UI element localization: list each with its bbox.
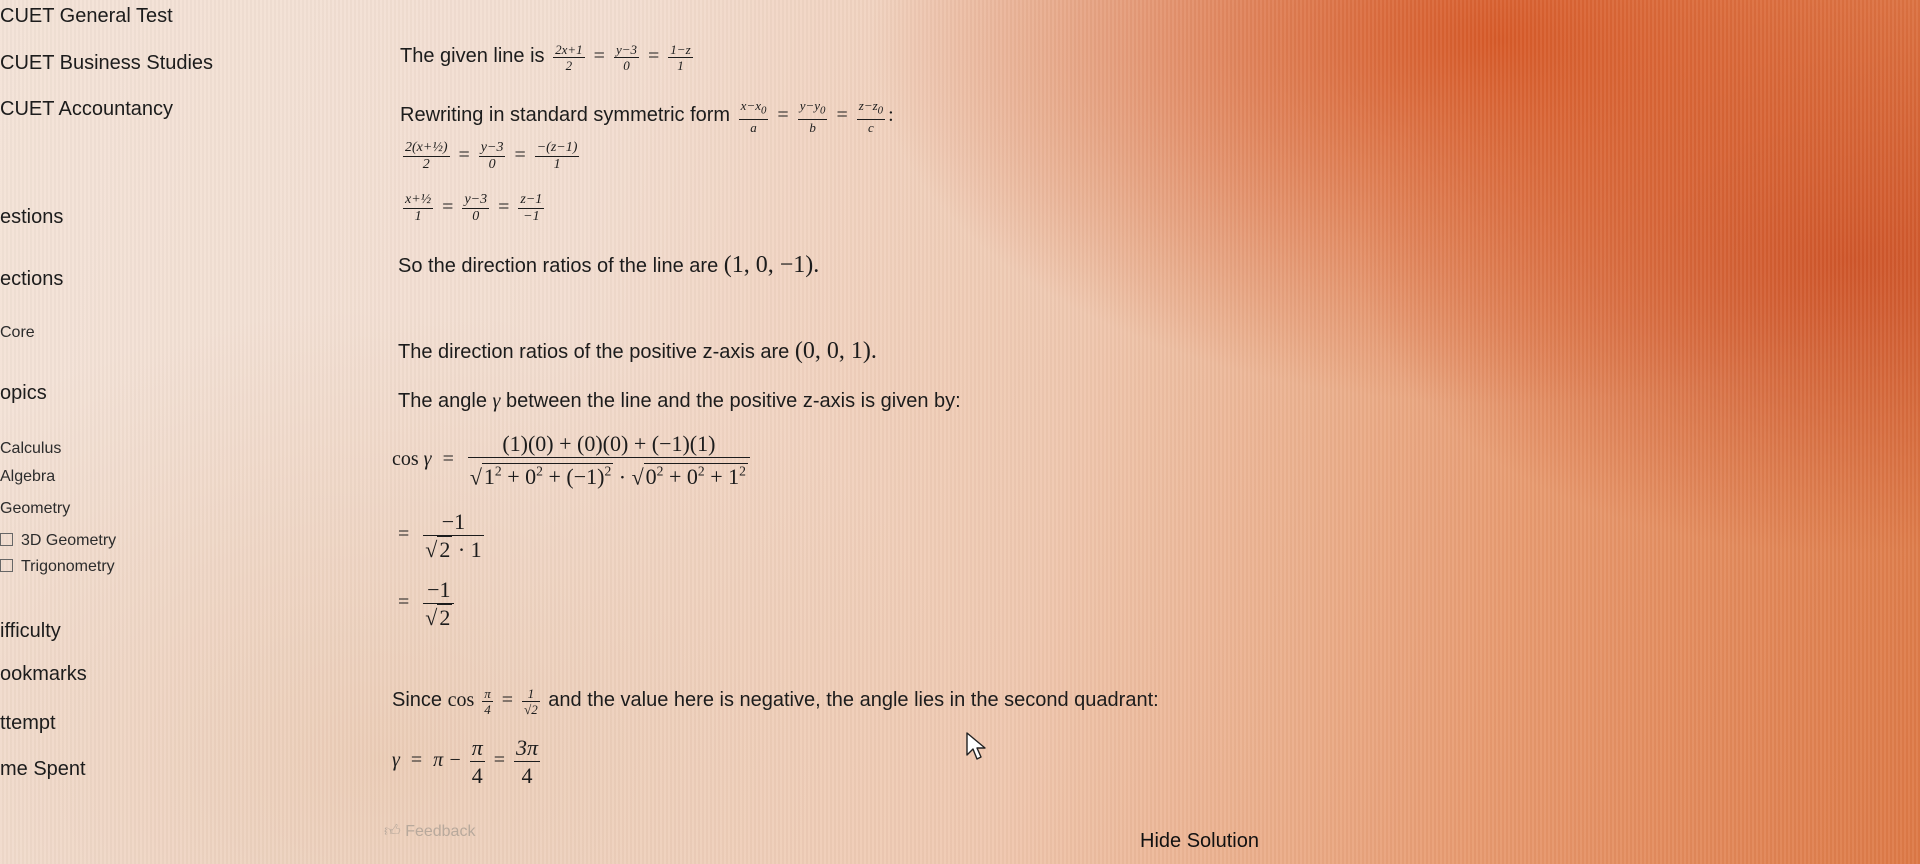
symmetric-form-equation: x−x0 a = y−y0 b = z−z0 c: — [738, 98, 894, 135]
quadrant-statement: Since cos π 4 = 1 √2 and the value here is n… — [392, 686, 1159, 717]
thumbs-up-icon: 👍︎ — [384, 823, 401, 840]
direction-ratios-line: So the direction ratios of the line are … — [398, 252, 820, 278]
cos-gamma-step-3: = −1 √2 — [392, 576, 457, 631]
given-line-equation: 2x+1 2 = y−3 0 = 1−z 1 — [553, 42, 693, 73]
rewrite-statement: Rewriting in standard symmetric form x−x… — [400, 98, 894, 135]
given-line-statement: The given line is 2x+1 2 = y−3 0 = 1−z 1 — [400, 42, 696, 73]
step-rewrite-2: x+½ 1 = y−3 0 = z−1 −1 — [403, 192, 545, 224]
mouse-pointer-icon — [966, 732, 986, 760]
cos-gamma-step-2: = −1 √2 · 1 — [398, 509, 484, 562]
angle-statement: The angle γ between the line and the pos… — [398, 390, 961, 412]
feedback-button[interactable]: 👍︎ Feedback — [384, 822, 475, 841]
cos-gamma-formula: cos γ = (1)(0) + (0)(0) + (−1)(1) √12 + … — [392, 430, 753, 490]
step-rewrite-1: 2(x+½) 2 = y−3 0 = −(z−1) 1 — [403, 140, 580, 172]
z-axis-ratios-line: The direction ratios of the positive z-a… — [398, 338, 877, 364]
solution-panel: The given line is 2x+1 2 = y−3 0 = 1−z 1 Rewrit… — [0, 0, 1920, 864]
hide-solution-button[interactable]: Hide Solution — [1140, 830, 1259, 853]
final-angle-equation: γ = π − π 4 = 3π 4 — [392, 735, 541, 788]
